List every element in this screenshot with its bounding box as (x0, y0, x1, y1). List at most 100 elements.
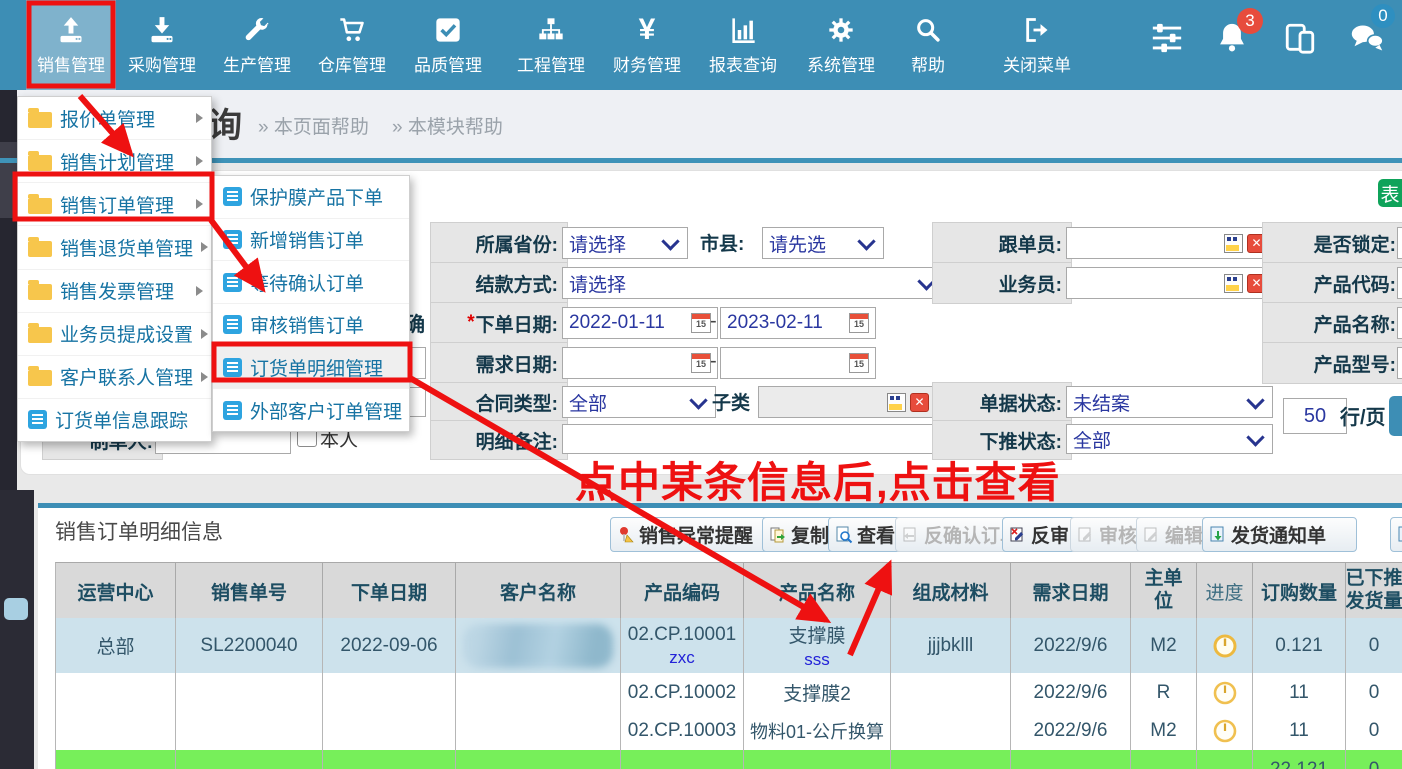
nav-production[interactable]: 生产管理 (212, 0, 302, 90)
chat-badge: 0 (1371, 4, 1395, 28)
province-select[interactable]: 请选择 (562, 227, 688, 259)
submenu-item-pending-confirm[interactable]: 等待确认订单 (213, 261, 409, 304)
audit-icon (1077, 526, 1095, 544)
product-name-input-fragment[interactable] (1397, 307, 1402, 339)
cell-pushed-qty: 0 (1346, 618, 1402, 673)
submenu-item-order-detail-mgmt[interactable]: 订货单明细管理 (213, 347, 409, 390)
table-row[interactable]: 02.CP.10002 支撑膜2 2022/9/6 R 11 0 (55, 673, 1402, 713)
wrench-icon (242, 15, 272, 45)
menu-item-order-tracking[interactable]: 订货单信息跟踪 (18, 399, 211, 441)
menu-item-customer-contact[interactable]: 客户联系人管理 (18, 356, 211, 399)
salesman-input[interactable]: ✕ (1066, 267, 1273, 299)
menu-item-commission[interactable]: 业务员提成设置 (18, 313, 211, 356)
cell-operation-center (56, 712, 176, 750)
push-status-select[interactable]: 全部 (1066, 424, 1273, 454)
sidebar-thumb[interactable] (4, 598, 28, 620)
cell-main-unit: R (1131, 673, 1197, 712)
lock-input-fragment[interactable] (1397, 227, 1402, 259)
demand-date-to-input[interactable] (720, 347, 876, 379)
cell-order-qty: 11 (1253, 712, 1346, 750)
nav-sales[interactable]: 销售管理 (26, 0, 116, 90)
page-size-input[interactable]: 50 (1283, 398, 1347, 434)
menu-item-quotation[interactable]: 报价单管理 (18, 97, 211, 140)
module-help-link[interactable]: » 本模块帮助 (392, 112, 503, 139)
submenu-item-external-order[interactable]: 外部客户订单管理 (213, 389, 409, 431)
search-button-fragment[interactable] (1389, 396, 1402, 436)
erp-screen: 询 » 本页面帮助 » 本模块帮助 表 所属省份: 请选择 市县: 请先选 跟单… (0, 0, 1402, 769)
detail-panel-title: 销售订单明细信息 (55, 516, 223, 546)
page-help-link[interactable]: » 本页面帮助 (258, 112, 369, 139)
calendar-icon[interactable] (849, 313, 869, 333)
nav-close-menu[interactable]: 关闭菜单 (987, 0, 1087, 90)
product-code-input-fragment[interactable] (1397, 267, 1402, 299)
demand-date-from-input[interactable] (562, 347, 718, 379)
clear-icon[interactable]: ✕ (910, 393, 929, 412)
contract-type-label: 合同类型: (430, 382, 568, 422)
product-code-link[interactable]: zxc (669, 648, 695, 668)
order-date-to-input[interactable]: 2023-02-11 (720, 307, 876, 339)
edit-button[interactable]: 编辑 (1136, 517, 1212, 552)
calendar-icon[interactable] (691, 353, 711, 373)
cell-progress (1197, 673, 1253, 712)
product-model-input-fragment[interactable] (1397, 347, 1402, 379)
menu-item-sales-return[interactable]: 销售退货单管理 (18, 226, 211, 269)
cell-order-date: 2022-09-06 (323, 618, 456, 673)
cutoff-button[interactable] (1390, 517, 1402, 552)
cell-customer-name (456, 618, 621, 673)
menu-item-sales-invoice[interactable]: 销售发票管理 (18, 270, 211, 313)
unaudit-button[interactable]: 反审 (1002, 517, 1080, 552)
product-name-label: 产品名称: (1262, 302, 1402, 344)
submenu-item-audit-sales-order[interactable]: 审核销售订单 (213, 304, 409, 347)
sliders-icon[interactable] (1145, 16, 1189, 60)
table-settings-button[interactable]: 表 (1378, 179, 1402, 207)
nav-quality[interactable]: 品质管理 (403, 0, 493, 90)
nav-engineering[interactable]: 工程管理 (506, 0, 596, 90)
cell-order-date (323, 712, 456, 750)
city-select[interactable]: 请先选 (762, 227, 884, 259)
nav-purchase[interactable]: 采购管理 (117, 0, 207, 90)
lookup-icon[interactable] (1224, 234, 1243, 253)
bar-chart-icon (728, 15, 758, 45)
nav-system[interactable]: 系统管理 (796, 0, 886, 90)
submenu-item-film-order[interactable]: 保护膜产品下单 (213, 176, 409, 219)
menu-item-sales-plan[interactable]: 销售计划管理 (18, 140, 211, 183)
submenu-arrow-icon (196, 286, 203, 296)
col-header-customer-name: 客户名称 (456, 563, 621, 619)
progress-clock-icon (1213, 681, 1237, 705)
table-row[interactable]: 02.CP.10003 物料01-公斤换算 2022/9/6 M2 11 0 (55, 712, 1402, 751)
collapsed-sidebar-strip-lower (0, 490, 34, 769)
submenu-item-new-sales-order[interactable]: 新增销售订单 (213, 219, 409, 262)
doc-icon (223, 187, 242, 206)
devices-icon[interactable] (1278, 16, 1322, 60)
col-header-order-date: 下单日期 (323, 563, 456, 619)
unconfirm-order-button[interactable]: 反确认订单 (895, 517, 1012, 552)
payment-select[interactable]: 请选择 (562, 267, 944, 299)
follower-input[interactable]: ✕ (1066, 227, 1273, 259)
copy-button[interactable]: 复制 (762, 517, 838, 552)
subtype-input[interactable]: ✕ (758, 386, 936, 418)
annotation-text: 点中某条信息后,点击查看 (575, 449, 1061, 510)
ship-notice-button[interactable]: 发货通知单 (1202, 517, 1357, 552)
lookup-icon[interactable] (1224, 274, 1243, 293)
cell-demand-date: 2022/9/6 (1011, 673, 1131, 712)
menu-item-sales-order[interactable]: 销售订单管理 (18, 183, 211, 226)
nav-reports[interactable]: 报表查询 (698, 0, 788, 90)
nav-warehouse[interactable]: 仓库管理 (307, 0, 397, 90)
product-name-link[interactable]: sss (804, 650, 830, 670)
nav-finance[interactable]: ¥ 财务管理 (602, 0, 692, 90)
view-icon (835, 526, 853, 544)
lookup-icon[interactable] (887, 393, 906, 412)
table-row[interactable]: 总部 SL2200040 2022-09-06 02.CP.10001zxc 支… (55, 618, 1402, 674)
calendar-icon[interactable] (849, 353, 869, 373)
order-date-from-input[interactable]: 2022-01-11 (562, 307, 718, 339)
view-button[interactable]: 查看 (828, 517, 905, 552)
calendar-icon[interactable] (691, 313, 711, 333)
col-header-operation-center: 运营中心 (56, 563, 176, 619)
nav-help[interactable]: 帮助 (888, 0, 968, 90)
abnormal-alert-button[interactable]: 销售异常提醒 (610, 517, 772, 552)
cell-operation-center: 总部 (56, 618, 176, 673)
cell-order-qty: 0.121 (1253, 618, 1346, 673)
contract-type-select[interactable]: 全部 (562, 386, 716, 418)
audit-button[interactable]: 审核 (1070, 517, 1146, 552)
doc-status-select[interactable]: 未结案 (1066, 386, 1273, 418)
